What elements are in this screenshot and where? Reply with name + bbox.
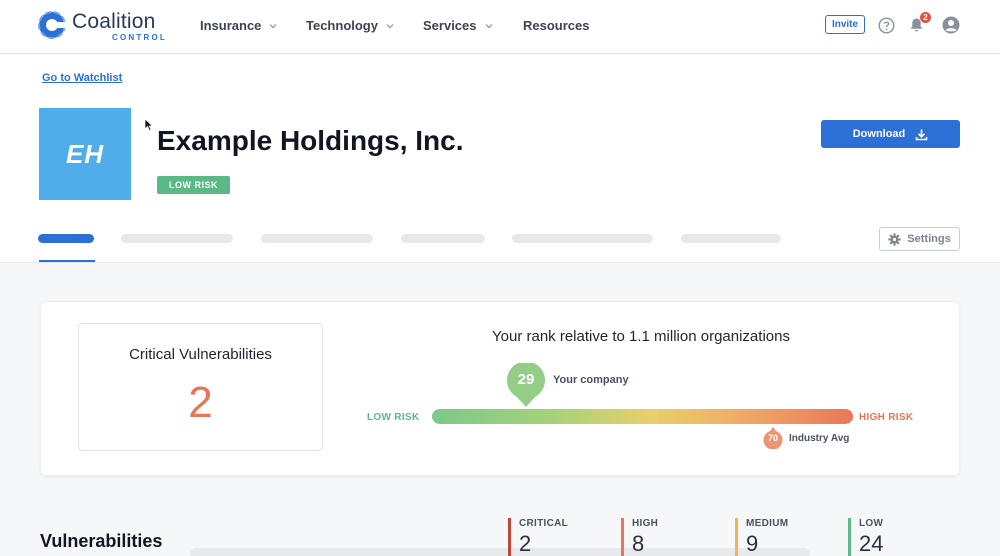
coalition-logo[interactable]: Coalition CONTROL — [38, 10, 168, 44]
severity-critical[interactable]: CRITICAL 2 — [508, 518, 568, 556]
severity-medium-label: MEDIUM — [746, 518, 789, 529]
risk-score-card: Critical Vulnerabilities 2 Your rank rel… — [40, 301, 960, 476]
severity-low-label: LOW — [859, 518, 884, 529]
chevron-down-icon — [269, 23, 277, 28]
tab-placeholder-2[interactable] — [261, 234, 373, 243]
severity-critical-count: 2 — [519, 531, 532, 556]
high-risk-label: HIGH RISK — [859, 412, 914, 423]
industry-average-label: Industry Avg — [789, 433, 850, 444]
nav-resources-label: Resources — [523, 18, 590, 33]
company-score-value: 29 — [517, 371, 535, 388]
section-divider — [190, 548, 810, 556]
settings-button[interactable]: Settings — [879, 227, 960, 251]
help-icon[interactable] — [878, 17, 895, 34]
risk-level-badge: LOW RISK — [157, 176, 230, 194]
risk-scale-bar — [432, 409, 853, 424]
tab-placeholder-3[interactable] — [401, 234, 485, 243]
company-header: Go to Watchlist EH Example Holdings, Inc… — [0, 55, 1000, 263]
severity-high[interactable]: HIGH 8 — [621, 518, 658, 556]
nav-insurance[interactable]: Insurance — [200, 18, 277, 33]
brand-name: Coalition — [72, 10, 156, 33]
nav-services[interactable]: Services — [423, 18, 493, 33]
coalition-logo-icon — [38, 11, 66, 39]
nav-services-label: Services — [423, 18, 477, 33]
active-tab-indicator — [39, 260, 95, 262]
nav-insurance-label: Insurance — [200, 18, 262, 33]
severity-medium-count: 9 — [746, 531, 759, 556]
critical-vulnerabilities-title: Critical Vulnerabilities — [129, 346, 272, 363]
company-logo: EH — [39, 108, 131, 200]
chevron-down-icon — [485, 23, 492, 28]
severity-low-count: 24 — [859, 531, 884, 556]
tab-placeholder-1[interactable] — [121, 234, 233, 243]
tab-placeholder-5[interactable] — [681, 234, 781, 243]
download-icon — [915, 129, 928, 140]
download-button[interactable]: Download — [821, 120, 960, 148]
vulnerabilities-heading: Vulnerabilities — [40, 531, 163, 551]
severity-medium[interactable]: MEDIUM 9 — [735, 518, 788, 556]
chevron-down-icon — [386, 23, 394, 28]
download-button-label: Download — [852, 128, 906, 140]
company-name: Example Holdings, Inc. — [157, 125, 464, 156]
severity-high-count: 8 — [632, 531, 645, 556]
gear-icon — [888, 232, 901, 246]
low-risk-label: LOW RISK — [367, 412, 420, 423]
nav-technology[interactable]: Technology — [306, 18, 394, 33]
company-score-label: Your company — [553, 374, 629, 386]
severity-low[interactable]: LOW 24 — [848, 518, 883, 556]
settings-label: Settings — [907, 233, 951, 245]
mouse-pointer-icon — [144, 118, 154, 132]
industry-average-value: 70 — [767, 433, 778, 443]
brand-subtitle: CONTROL — [112, 33, 167, 42]
severity-critical-label: CRITICAL — [519, 518, 569, 529]
top-navigation: Coalition CONTROL Insurance Technology S… — [0, 0, 1000, 54]
tab-overview[interactable] — [38, 234, 94, 243]
notification-badge: 2 — [920, 12, 931, 23]
go-to-watchlist-link[interactable]: Go to Watchlist — [42, 72, 122, 84]
nav-technology-label: Technology — [306, 18, 378, 33]
critical-vulnerabilities-box[interactable]: Critical Vulnerabilities 2 — [78, 323, 323, 451]
rank-title: Your rank relative to 1.1 million organi… — [492, 328, 790, 345]
tab-placeholder-4[interactable] — [512, 234, 653, 243]
user-avatar-icon[interactable] — [942, 16, 960, 34]
critical-vulnerabilities-count: 2 — [188, 378, 213, 427]
severity-high-label: HIGH — [632, 518, 659, 529]
invite-button[interactable]: Invite — [825, 15, 865, 34]
nav-resources[interactable]: Resources — [523, 18, 589, 33]
